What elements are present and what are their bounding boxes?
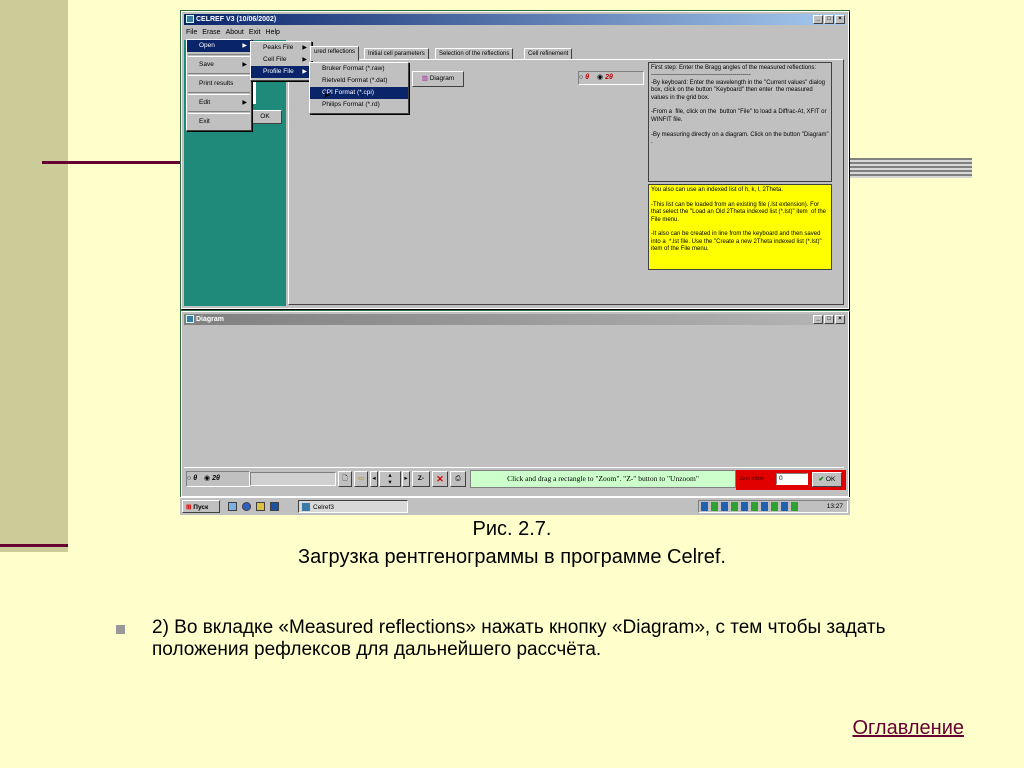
- ok-button[interactable]: OK: [248, 110, 282, 124]
- menu-exit[interactable]: Exit: [249, 27, 261, 38]
- printer-icon: ⎙: [455, 475, 461, 482]
- file-menu-open[interactable]: Open ▶: [187, 40, 251, 52]
- minimize-button[interactable]: _: [813, 15, 823, 24]
- arrows-updown-icon: ▴ ▾: [388, 472, 392, 486]
- file-menu-save[interactable]: Save ▶: [187, 59, 251, 71]
- open-profile-file[interactable]: Profile File ▶: [251, 66, 311, 78]
- angle-radio-group: ○ θ ◉ 2θ: [578, 71, 644, 85]
- checkmark-icon: ✔: [818, 476, 825, 483]
- file-menu-dropdown: Open ▶ Save ▶ Print results Edit ▶ Exit: [186, 39, 252, 131]
- file-menu-exit[interactable]: Exit: [187, 116, 251, 128]
- menu-file[interactable]: File: [186, 27, 197, 38]
- menu-bar: File Erase About Exit Help: [186, 27, 280, 38]
- folder-icon: ▭: [357, 475, 365, 482]
- unzoom-button[interactable]: Z-: [412, 471, 430, 487]
- slide-left-bar: [0, 0, 68, 552]
- chart-icon: ▥: [421, 75, 428, 82]
- zero-offset-input[interactable]: 0: [776, 473, 808, 485]
- screenshot: CELREF V3 (10/06/2002) _ □ × File Erase …: [180, 10, 850, 515]
- celref-task-icon: [302, 503, 310, 511]
- decor-line-left: [42, 161, 184, 164]
- file-menu-print[interactable]: Print results: [187, 78, 251, 90]
- diagram-app-icon: [186, 315, 194, 323]
- file-menu-edit[interactable]: Edit ▶: [187, 97, 251, 109]
- tab-measured-reflections[interactable]: ured reflections: [310, 46, 360, 61]
- scroll-left-button[interactable]: ◂: [370, 471, 378, 487]
- diagram-radio-twotheta[interactable]: ◉: [204, 475, 210, 482]
- scroll-right-button[interactable]: ▸: [402, 471, 410, 487]
- vertical-scale-button[interactable]: ▴ ▾: [379, 471, 401, 487]
- maximize-button[interactable]: □: [824, 15, 834, 24]
- quicklaunch-desktop-icon[interactable]: [228, 502, 237, 511]
- app-icon: [186, 15, 194, 23]
- task-celref3[interactable]: Celref3: [298, 500, 408, 513]
- celref-titlebar: CELREF V3 (10/06/2002) _ □ ×: [184, 14, 846, 25]
- table-of-contents-link[interactable]: Оглавление: [852, 717, 964, 740]
- tray-icons[interactable]: [701, 502, 801, 511]
- diagram-plot-area[interactable]: [184, 326, 844, 466]
- diagram-title: Diagram: [196, 316, 225, 323]
- diagram-new-button[interactable]: 🗋: [338, 471, 352, 487]
- diagram-button[interactable]: ▥ Diagram: [412, 71, 464, 87]
- arrow-right-icon: ▸: [404, 475, 408, 482]
- open-peaks-file[interactable]: Peaks File ▶: [251, 42, 311, 54]
- radio-theta[interactable]: ○: [579, 74, 583, 81]
- bullet-marker: [116, 625, 125, 634]
- zero-offset-panel: Zero offset 0 ✔ OK: [736, 470, 846, 490]
- quicklaunch-ie-icon[interactable]: [242, 502, 251, 511]
- menu-erase[interactable]: Erase: [202, 27, 220, 38]
- mouse-cursor-icon: ➤: [323, 90, 331, 100]
- start-button[interactable]: ⊞ Пуск: [182, 500, 220, 513]
- diagram-close-button[interactable]: ×: [835, 315, 845, 324]
- menu-about[interactable]: About: [226, 27, 244, 38]
- zero-offset-label: Zero offset: [740, 476, 764, 482]
- figure-caption: Загрузка рентгенограммы в программе Celr…: [298, 546, 726, 568]
- diagram-titlebar: Diagram _ □ ×: [184, 314, 846, 325]
- menu-help[interactable]: Help: [266, 27, 280, 38]
- diagram-radio-theta[interactable]: ○: [187, 475, 191, 482]
- bullet-text: 2) Во вкладке «Measured reflections» наж…: [152, 617, 886, 660]
- quicklaunch-folder-icon[interactable]: [256, 502, 265, 511]
- close-button[interactable]: ×: [835, 15, 845, 24]
- diagram-angle-radio-group: ○ θ ◉ 2θ: [186, 471, 250, 487]
- clock: 13:27: [826, 503, 843, 510]
- info-indexed-list: You also can use an indexed list of h, k…: [648, 184, 832, 270]
- taskbar: ⊞ Пуск Celref3 13:27: [180, 497, 850, 515]
- windows-logo-icon: ⊞: [186, 504, 192, 511]
- profile-rietveld[interactable]: Rietveld Format (*.dat): [310, 75, 408, 87]
- open-submenu: Peaks File ▶ Cell File ▶ Profile File ▶: [250, 41, 312, 81]
- figure-number: Рис. 2.7.: [472, 518, 552, 540]
- info-first-step: First step: Enter the Bragg angles of th…: [648, 62, 832, 182]
- diagram-ok-button[interactable]: ✔ OK: [812, 472, 842, 487]
- profile-submenu: Bruker Format (*.raw) Rietveld Format (*…: [309, 62, 409, 114]
- radio-twotheta[interactable]: ◉: [597, 74, 603, 81]
- quicklaunch-word-icon[interactable]: [270, 502, 279, 511]
- diagram-open-button[interactable]: ▭: [354, 471, 368, 487]
- print-button[interactable]: ⎙: [450, 471, 466, 487]
- x-cross-icon: ✕: [436, 474, 444, 484]
- open-cell-file[interactable]: Cell File ▶: [251, 54, 311, 66]
- diagram-maximize-button[interactable]: □: [824, 315, 834, 324]
- system-tray: 13:27: [698, 500, 848, 513]
- decor-stripes-right: [846, 158, 972, 178]
- diagram-status-field: [250, 472, 336, 486]
- diagram-minimize-button[interactable]: _: [813, 315, 823, 324]
- cancel-button[interactable]: ✕: [432, 471, 448, 487]
- zoom-hint: Click and drag a rectangle to "Zoom". "Z…: [470, 470, 736, 488]
- window-title: CELREF V3 (10/06/2002): [196, 16, 277, 23]
- celref-window: CELREF V3 (10/06/2002) _ □ × File Erase …: [181, 11, 849, 309]
- diagram-window: Diagram _ □ × ○ θ ◉ 2θ 🗋 ▭ ◂ ▴ ▾ ▸ Z- ✕ ⎙…: [181, 311, 849, 497]
- profile-bruker[interactable]: Bruker Format (*.raw): [310, 63, 408, 75]
- arrow-left-icon: ◂: [372, 475, 376, 482]
- page-icon: 🗋: [342, 475, 348, 482]
